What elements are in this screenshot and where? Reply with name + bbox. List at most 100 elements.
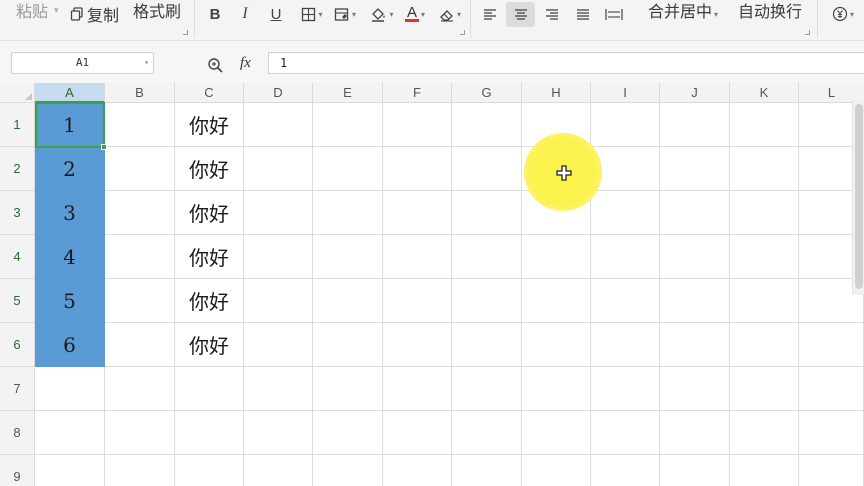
row-header-4[interactable]: 4 xyxy=(0,235,35,279)
vertical-scrollbar[interactable] xyxy=(852,100,864,295)
cell-d5[interactable] xyxy=(244,279,313,323)
cell-c8[interactable] xyxy=(175,411,244,455)
cell-f3[interactable] xyxy=(383,191,452,235)
cell-h5[interactable] xyxy=(522,279,591,323)
cell-c1[interactable]: 你好 xyxy=(175,103,244,147)
cell-g8[interactable] xyxy=(452,411,522,455)
cell-h6[interactable] xyxy=(522,323,591,367)
row-header-2[interactable]: 2 xyxy=(0,147,35,191)
cell-g6[interactable] xyxy=(452,323,522,367)
cell-j8[interactable] xyxy=(660,411,730,455)
cell-b3[interactable] xyxy=(105,191,175,235)
cell-d7[interactable] xyxy=(244,367,313,411)
cell-b4[interactable] xyxy=(105,235,175,279)
cell-i8[interactable] xyxy=(591,411,660,455)
fill-handle[interactable] xyxy=(101,144,107,150)
row-header-9[interactable]: 9 xyxy=(0,455,35,486)
cell-i6[interactable] xyxy=(591,323,660,367)
font-group-expander[interactable] xyxy=(460,30,465,35)
column-header-e[interactable]: E xyxy=(313,83,383,103)
cell-e6[interactable] xyxy=(313,323,383,367)
cell-g4[interactable] xyxy=(452,235,522,279)
cell-a8[interactable] xyxy=(35,411,105,455)
cell-e4[interactable] xyxy=(313,235,383,279)
cell-i3[interactable] xyxy=(591,191,660,235)
cell-i9[interactable] xyxy=(591,455,660,486)
cell-d6[interactable] xyxy=(244,323,313,367)
wrap-text-button[interactable]: 自动换行 xyxy=(738,0,802,22)
insert-function-button[interactable]: fx xyxy=(240,55,251,72)
cell-f5[interactable] xyxy=(383,279,452,323)
cell-g3[interactable] xyxy=(452,191,522,235)
cell-h8[interactable] xyxy=(522,411,591,455)
cell-k9[interactable] xyxy=(730,455,799,486)
cell-b6[interactable] xyxy=(105,323,175,367)
cell-k3[interactable] xyxy=(730,191,799,235)
cell-b1[interactable] xyxy=(105,103,175,147)
clipboard-group-expander[interactable] xyxy=(183,30,188,35)
row-header-6[interactable]: 6 xyxy=(0,323,35,367)
cell-j4[interactable] xyxy=(660,235,730,279)
cell-e9[interactable] xyxy=(313,455,383,486)
cell-k4[interactable] xyxy=(730,235,799,279)
format-painter-button[interactable]: 格式刷 xyxy=(133,0,181,22)
align-center-button[interactable] xyxy=(506,2,535,27)
cell-c3[interactable]: 你好 xyxy=(175,191,244,235)
column-header-j[interactable]: J xyxy=(660,83,730,103)
cell-a7[interactable] xyxy=(35,367,105,411)
row-header-3[interactable]: 3 xyxy=(0,191,35,235)
chevron-down-icon[interactable]: ▾ xyxy=(144,53,149,73)
cell-h4[interactable] xyxy=(522,235,591,279)
cell-e5[interactable] xyxy=(313,279,383,323)
cell-b8[interactable] xyxy=(105,411,175,455)
cell-k6[interactable] xyxy=(730,323,799,367)
select-all-corner[interactable] xyxy=(0,83,35,103)
alignment-group-expander[interactable] xyxy=(805,30,810,35)
cell-g9[interactable] xyxy=(452,455,522,486)
column-header-c[interactable]: C xyxy=(175,83,244,103)
column-header-k[interactable]: K xyxy=(730,83,799,103)
cell-i1[interactable] xyxy=(591,103,660,147)
name-box[interactable]: A1 ▾ xyxy=(11,52,154,74)
cell-e7[interactable] xyxy=(313,367,383,411)
underline-button[interactable]: U xyxy=(266,3,286,25)
column-header-a[interactable]: A xyxy=(35,83,105,103)
column-header-d[interactable]: D xyxy=(244,83,313,103)
cell-c9[interactable] xyxy=(175,455,244,486)
cell-h7[interactable] xyxy=(522,367,591,411)
cell-d3[interactable] xyxy=(244,191,313,235)
cell-k1[interactable] xyxy=(730,103,799,147)
cell-a4[interactable]: 4 xyxy=(35,235,105,279)
align-right-button[interactable] xyxy=(542,3,562,25)
cell-a9[interactable] xyxy=(35,455,105,486)
cell-a3[interactable]: 3 xyxy=(35,191,105,235)
cell-g2[interactable] xyxy=(452,147,522,191)
row-header-8[interactable]: 8 xyxy=(0,411,35,455)
cell-e2[interactable] xyxy=(313,147,383,191)
cell-b9[interactable] xyxy=(105,455,175,486)
bold-button[interactable]: B xyxy=(205,3,225,25)
cell-c4[interactable]: 你好 xyxy=(175,235,244,279)
cell-l6[interactable] xyxy=(799,323,864,367)
cell-j3[interactable] xyxy=(660,191,730,235)
cell-b2[interactable] xyxy=(105,147,175,191)
cell-d9[interactable] xyxy=(244,455,313,486)
cell-k5[interactable] xyxy=(730,279,799,323)
borders-button[interactable]: ▾ xyxy=(298,3,326,25)
fill-color-button[interactable]: ▾ xyxy=(367,3,397,25)
cell-d2[interactable] xyxy=(244,147,313,191)
cell-c7[interactable] xyxy=(175,367,244,411)
cell-i5[interactable] xyxy=(591,279,660,323)
cell-j7[interactable] xyxy=(660,367,730,411)
cell-k8[interactable] xyxy=(730,411,799,455)
cell-e8[interactable] xyxy=(313,411,383,455)
cell-j9[interactable] xyxy=(660,455,730,486)
copy-button[interactable]: 复制 xyxy=(70,2,119,26)
cell-i7[interactable] xyxy=(591,367,660,411)
cell-b5[interactable] xyxy=(105,279,175,323)
cell-d1[interactable] xyxy=(244,103,313,147)
cell-g5[interactable] xyxy=(452,279,522,323)
zoom-icon[interactable] xyxy=(207,57,224,78)
cell-j1[interactable] xyxy=(660,103,730,147)
cell-a2[interactable]: 2 xyxy=(35,147,105,191)
